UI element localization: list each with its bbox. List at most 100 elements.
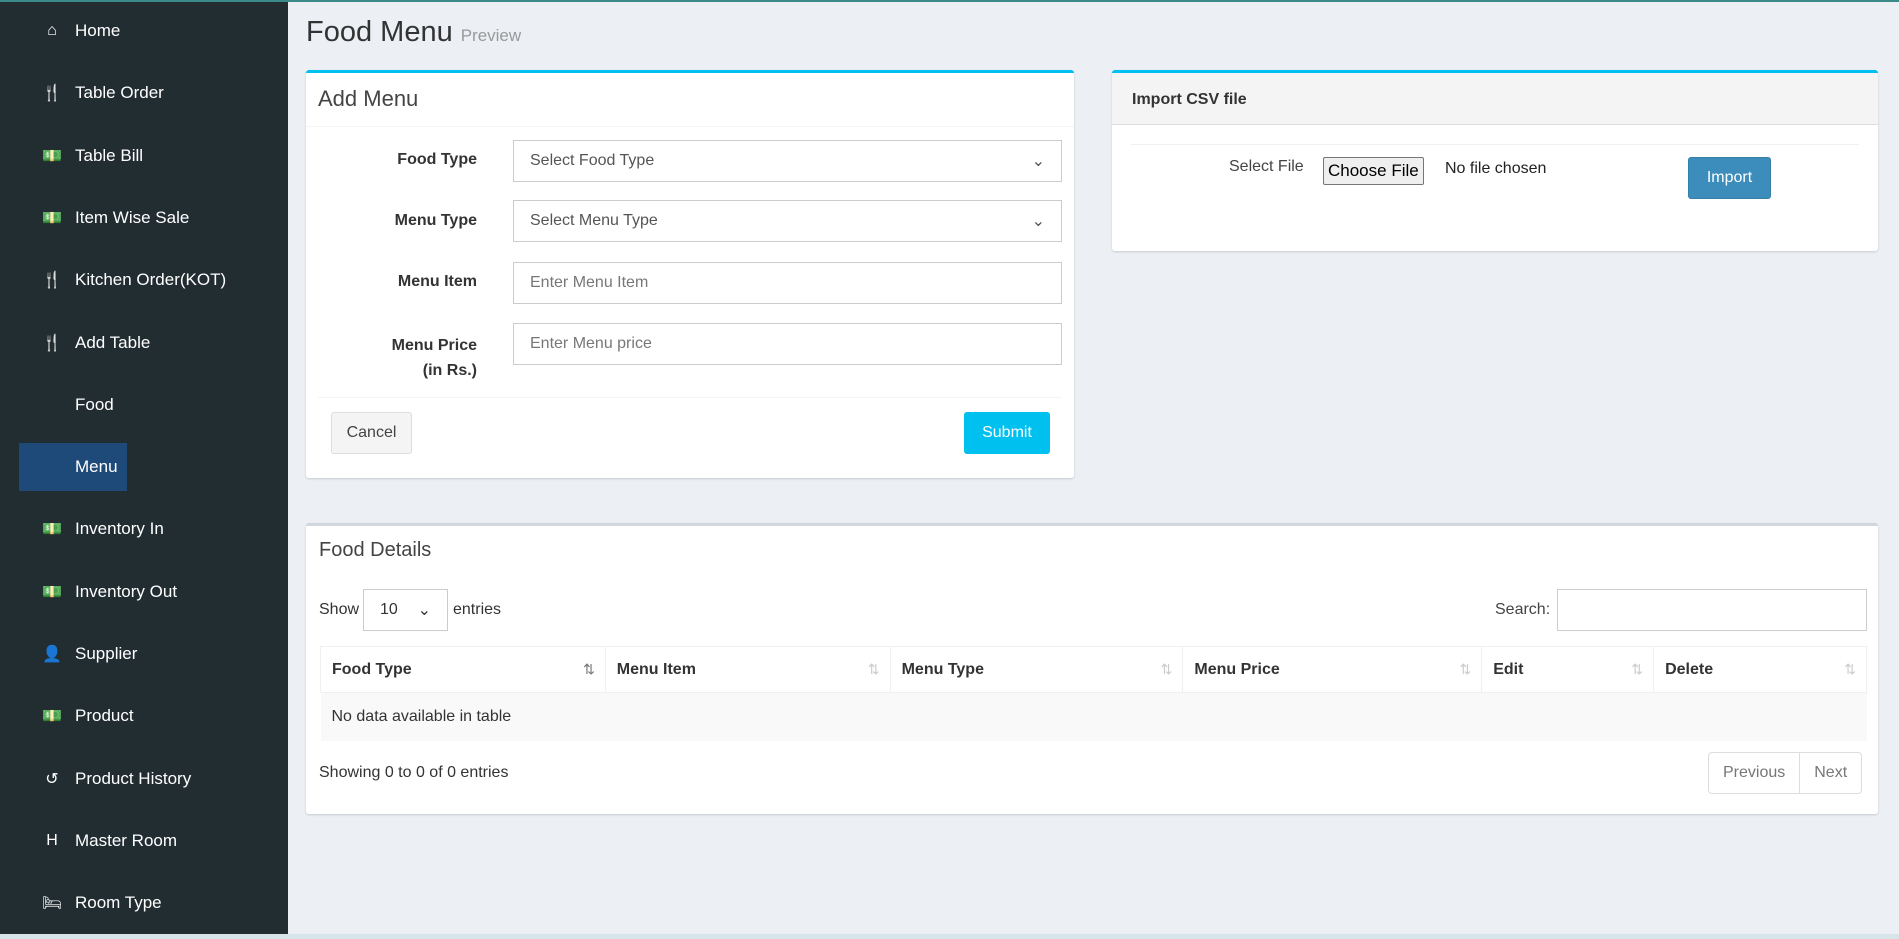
cutlery-icon: 🍴 xyxy=(42,334,62,352)
sort-icon: ⇅ xyxy=(1160,661,1173,677)
user-icon: 👤 xyxy=(42,646,62,663)
column-label: Delete xyxy=(1665,660,1714,678)
column-header[interactable]: Menu Price ⇅ xyxy=(1182,646,1483,693)
food-type-label: Food Type xyxy=(397,151,477,168)
sort-icon: ⇅ xyxy=(1844,661,1856,677)
money-icon: 💵 xyxy=(42,521,62,539)
no-file-chosen: No file chosen xyxy=(1445,160,1547,177)
menu-price-placeholder: Enter Menu price xyxy=(530,335,652,352)
column-header[interactable]: Menu Item ⇅ xyxy=(604,646,891,693)
sidebar-item-product[interactable]: 💵 Product xyxy=(19,692,289,740)
sidebar-item-label: Table Bill xyxy=(75,145,144,165)
menu-item-input[interactable]: Enter Menu Item xyxy=(513,262,1062,304)
empty-message: No data available in table xyxy=(320,692,1867,741)
column-label: Edit xyxy=(1493,660,1524,678)
sidebar-item-table-order[interactable]: 🍴 Table Order xyxy=(19,69,289,117)
sidebar-item-room-type[interactable]: 🛏 Room Type xyxy=(19,879,289,927)
column-label: Menu Type xyxy=(901,660,984,678)
sidebar-item-label: Item Wise Sale xyxy=(75,207,190,227)
entries-value: 10 xyxy=(380,601,398,618)
menu-price-input[interactable]: Enter Menu price xyxy=(513,323,1062,365)
menu-item-placeholder: Enter Menu Item xyxy=(530,274,649,291)
menu-price-label: Menu Price (in Rs.) xyxy=(317,333,477,383)
column-header[interactable]: Food Type ⇅ xyxy=(320,646,606,693)
sidebar-item-label: Add Table xyxy=(75,332,151,352)
add-menu-box: Add Menu Food Type Select Food Type ⌄ Men… xyxy=(306,70,1074,478)
sidebar-item-label: Inventory In xyxy=(75,519,164,539)
sidebar: ⌂ Home 🍴 Table Order 💵 Table Bill 💵 Item Wise S… xyxy=(0,0,288,934)
food-table: Food Type ⇅ Menu Item ⇅ Menu Type ⇅ Menu Price… xyxy=(320,646,1867,741)
sidebar-item-master-room[interactable]: H Master Room xyxy=(19,817,289,865)
money-icon: 💵 xyxy=(42,209,62,227)
column-header[interactable]: Menu Type ⇅ xyxy=(889,646,1184,693)
divider xyxy=(1131,144,1859,145)
page-subtitle: Preview xyxy=(460,26,522,45)
divider xyxy=(318,397,1062,398)
menu-type-select[interactable]: Select Menu Type ⌄ xyxy=(513,200,1062,242)
sort-icon: ⇅ xyxy=(1459,661,1472,677)
money-icon: 💵 xyxy=(42,583,62,601)
sidebar-item-label: Master Room xyxy=(75,830,178,850)
table-info: Showing 0 to 0 of 0 entries xyxy=(319,764,509,781)
sidebar-item-label: Kitchen Order(KOT) xyxy=(75,270,227,290)
page-title-text: Food Menu xyxy=(306,16,453,48)
sidebar-item-table-bill[interactable]: 💵 Table Bill xyxy=(19,132,289,180)
next-button[interactable]: Next xyxy=(1800,753,1861,793)
choose-file-button[interactable]: Choose File xyxy=(1323,157,1424,185)
food-type-select[interactable]: Select Food Type ⌄ xyxy=(513,140,1062,182)
sidebar-item-label: Menu xyxy=(75,457,118,477)
sidebar-item-label: Supplier xyxy=(75,644,138,663)
search-input[interactable] xyxy=(1557,589,1867,631)
top-border xyxy=(288,0,1899,2)
menu-type-label: Menu Type xyxy=(394,212,477,229)
taskbar xyxy=(0,934,1899,939)
import-button[interactable]: Import xyxy=(1688,157,1771,199)
column-header[interactable]: Edit ⇅ xyxy=(1481,646,1655,693)
bed-icon: 🛏 xyxy=(41,895,63,913)
pagination: Previous Next xyxy=(1708,752,1863,794)
sidebar-item-product-history[interactable]: ↺ Product History xyxy=(19,755,289,803)
chevron-down-icon: ⌄ xyxy=(417,602,431,619)
column-header[interactable]: Delete ⇅ xyxy=(1653,646,1867,693)
cancel-button[interactable]: Cancel xyxy=(331,412,412,454)
column-label: Menu Price xyxy=(1194,660,1280,678)
sidebar-item-inventory-in[interactable]: 💵 Inventory In xyxy=(19,505,289,553)
chevron-down-icon: ⌄ xyxy=(1031,213,1045,230)
entries-select[interactable]: 10 ⌄ xyxy=(363,589,448,631)
page-title: Food Menu Preview xyxy=(306,16,521,49)
food-type-value: Select Food Type xyxy=(530,152,655,169)
submit-button[interactable]: Submit xyxy=(964,412,1050,454)
previous-button[interactable]: Previous xyxy=(1709,753,1801,793)
food-details-title: Food Details xyxy=(319,539,432,561)
menu-price-label-text: Menu Price xyxy=(391,337,477,354)
sidebar-item-label: Room Type xyxy=(75,893,162,913)
sidebar-item-label: Food xyxy=(75,394,114,414)
menu-price-unit: (in Rs.) xyxy=(422,362,477,379)
money-icon: 💵 xyxy=(42,708,62,726)
sidebar-item-home[interactable]: ⌂ Home xyxy=(19,7,289,55)
history-icon: ↺ xyxy=(45,770,59,788)
food-details-box: Food Details Show 10 ⌄ entries Search: Fo… xyxy=(306,523,1878,814)
menu-type-value: Select Menu Type xyxy=(530,212,658,229)
search-label: Search: xyxy=(1495,601,1551,618)
sidebar-item-add-table[interactable]: 🍴 Add Table xyxy=(19,319,289,367)
sidebar-item-label: Home xyxy=(75,21,121,40)
sort-icon: ⇅ xyxy=(867,661,880,677)
sidebar-item-supplier[interactable]: 👤 Supplier xyxy=(19,630,289,678)
sort-icon: ⇅ xyxy=(583,661,595,677)
sidebar-item-inventory-out[interactable]: 💵 Inventory Out xyxy=(19,568,289,616)
money-icon: 💵 xyxy=(42,147,62,165)
sidebar-item-kitchen-order-kot[interactable]: 🍴 Kitchen Order(KOT) xyxy=(19,256,289,304)
select-file-label: Select File xyxy=(1229,158,1304,175)
import-header: Import CSV file xyxy=(1112,73,1878,125)
sort-icon: ⇅ xyxy=(1631,661,1644,677)
sidebar-item-label: Inventory Out xyxy=(75,581,178,601)
column-label: Food Type xyxy=(332,660,412,678)
sidebar-item-menu[interactable]: Menu xyxy=(19,443,127,492)
sidebar-item-label: Product xyxy=(75,706,134,726)
column-label: Menu Item xyxy=(616,660,696,678)
sidebar-item-item-wise-sale[interactable]: 💵 Item Wise Sale xyxy=(19,194,289,242)
menu-item-label: Menu Item xyxy=(397,273,477,290)
divider xyxy=(306,126,1074,127)
sidebar-item-food[interactable]: Food xyxy=(19,381,289,429)
